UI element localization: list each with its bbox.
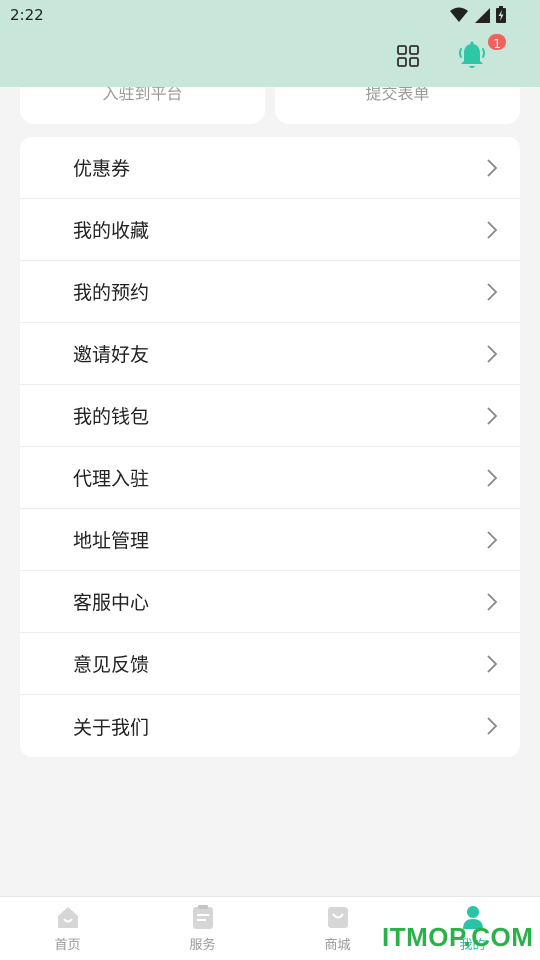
nav-services[interactable]: 服务 (135, 897, 270, 960)
menu-item-label: 客服中心 (73, 592, 150, 614)
chevron-right-icon (487, 282, 498, 301)
nav-label: 首页 (54, 938, 81, 953)
menu-item-about-us[interactable]: 关于我们 (20, 695, 520, 757)
shopping-bag-icon (327, 907, 348, 928)
menu-item-label: 地址管理 (73, 530, 150, 552)
menu-item-label: 我的预约 (73, 282, 150, 304)
menu-item-wallet[interactable]: 我的钱包 (20, 385, 520, 447)
chevron-right-icon (487, 592, 498, 611)
battery-icon (496, 6, 506, 23)
grid-menu-button[interactable] (396, 44, 420, 68)
chevron-right-icon (487, 158, 498, 177)
chevron-right-icon (487, 220, 498, 239)
chevron-right-icon (487, 468, 498, 487)
clipboard-icon (192, 905, 213, 929)
status-icons (450, 6, 506, 23)
menu-item-label: 邀请好友 (73, 344, 150, 366)
menu-list: 优惠券 我的收藏 我的预约 邀请好友 我的钱包 代理入驻 地址管理 客服中心 意… (20, 137, 520, 757)
menu-item-label: 关于我们 (73, 716, 150, 739)
watermark-logo: ITMOP.COM (382, 922, 534, 952)
status-time: 2:22 (10, 6, 44, 24)
header-actions: 1 (396, 32, 508, 72)
chevron-right-icon (487, 406, 498, 425)
notification-button[interactable]: 1 (456, 32, 508, 72)
menu-item-label: 我的收藏 (73, 220, 150, 242)
status-bar: 2:22 (0, 0, 540, 30)
menu-item-address[interactable]: 地址管理 (20, 509, 520, 571)
menu-item-appointments[interactable]: 我的预约 (20, 261, 520, 323)
header: 2:22 1 (0, 0, 540, 87)
menu-item-coupons[interactable]: 优惠券 (20, 137, 520, 199)
wifi-icon (450, 7, 468, 22)
profile-page: 入驻到平台 提交表单 2:22 1 优惠券 我的收藏 我的预约 邀请好友 我的钱… (0, 0, 540, 960)
menu-item-invite-friends[interactable]: 邀请好友 (20, 323, 520, 385)
grid-icon (397, 45, 419, 67)
chevron-right-icon (487, 530, 498, 549)
nav-label: 商城 (324, 938, 351, 953)
nav-home[interactable]: 首页 (0, 897, 135, 960)
menu-item-feedback[interactable]: 意见反馈 (20, 633, 520, 695)
chevron-right-icon (487, 344, 498, 363)
bell-icon (459, 41, 485, 68)
signal-icon (475, 7, 490, 23)
menu-item-label: 我的钱包 (73, 406, 150, 428)
menu-item-label: 优惠券 (73, 158, 131, 180)
menu-item-label: 代理入驻 (73, 468, 150, 490)
menu-item-label: 意见反馈 (73, 654, 150, 676)
nav-label: 服务 (189, 938, 216, 953)
menu-item-customer-service[interactable]: 客服中心 (20, 571, 520, 633)
menu-item-favorites[interactable]: 我的收藏 (20, 199, 520, 261)
menu-item-agent-join[interactable]: 代理入驻 (20, 447, 520, 509)
home-icon (57, 907, 78, 928)
notification-badge: 1 (486, 32, 508, 52)
chevron-right-icon (487, 717, 498, 735)
chevron-right-icon (487, 654, 498, 673)
